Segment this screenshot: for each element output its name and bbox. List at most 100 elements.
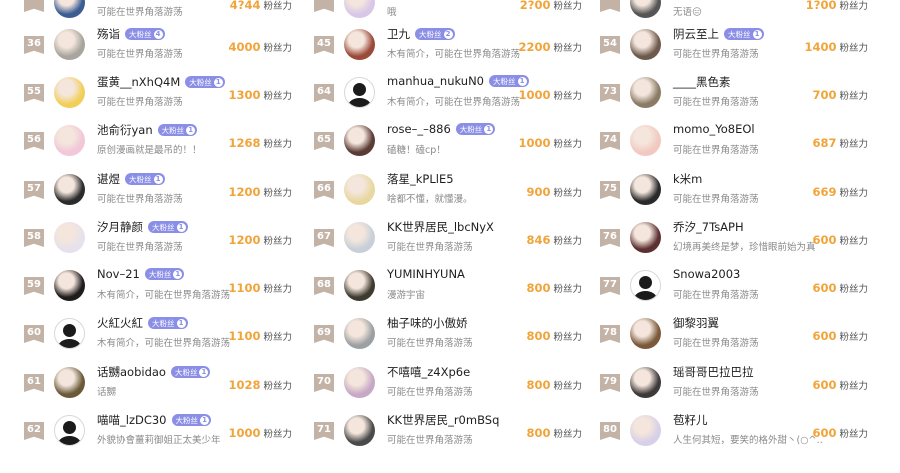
user-name[interactable]: 御黎羽翼 <box>673 315 719 331</box>
list-item[interactable]: 36 殇诣 大粉丝 4 可能在世界角落游荡 4000 粉丝力 <box>0 22 292 70</box>
name-line: 瑶哥哥巴拉巴拉 <box>673 364 754 380</box>
user-name[interactable]: 不嘻嘻_z4Xp6e <box>387 364 470 380</box>
list-item[interactable]: 71 KK世界居民_r0mBSq 可能在世界角落游荡 800 粉丝力 <box>290 408 582 456</box>
fan-power: 687 粉丝力 <box>812 132 868 151</box>
user-name[interactable]: 火紅火紅 <box>97 315 143 331</box>
fan-level-badge: 大粉丝 1 <box>185 76 225 88</box>
avatar[interactable] <box>630 125 661 156</box>
user-name[interactable]: 阴云至上 <box>673 26 719 42</box>
user-name[interactable]: 话嬲aobidao <box>97 364 166 380</box>
user-name[interactable]: 乔汐_7TsAPH <box>673 219 744 235</box>
user-description: 可能在世界角落游荡 <box>97 7 183 18</box>
list-item[interactable]: 45 卫九 大粉丝 2 木有简介，可能在世界角落游荡 2200 粉丝力 <box>290 22 582 70</box>
list-item[interactable]: 67 KK世界居民_lbcNyX 可能在世界角落游荡 846 粉丝力 <box>290 215 582 263</box>
fan-level-badge: 大粉丝 1 <box>455 123 496 135</box>
list-item[interactable]: 58 汐月静颜 大粉丝 1 可能在世界角落游荡 1200 粉丝力 <box>0 215 292 263</box>
user-name[interactable]: 瑶哥哥巴拉巴拉 <box>673 364 754 380</box>
avatar[interactable] <box>344 222 375 253</box>
list-item[interactable]: 62 喵喵_lzDC30 大粉丝 1 外貌协會薑莉御姐正太美少年 1000 粉丝力 <box>0 408 292 456</box>
name-line: 汐月静颜 大粉丝 1 <box>97 219 188 235</box>
list-item[interactable]: 59 Nov–21 大粉丝 1 木有简介，可能在世界角落游荡 1100 粉丝力 <box>0 263 292 311</box>
avatar[interactable] <box>630 318 661 349</box>
avatar[interactable] <box>630 222 661 253</box>
name-line: manhua_nukuN0 大粉丝 1 <box>387 74 529 88</box>
avatar[interactable] <box>54 0 85 18</box>
fan-power-unit: 粉丝力 <box>839 91 868 102</box>
list-item[interactable]: 66 落星_kPLlE5 啥都不懂，就懂漫。 900 粉丝力 <box>290 167 582 215</box>
fan-power-unit: 粉丝力 <box>263 429 292 440</box>
user-name[interactable]: 谌煜 <box>97 171 120 187</box>
user-description: 磕糖！磕cp！ <box>387 145 446 156</box>
list-item[interactable]: 70 不嘻嘻_z4Xp6e 可能在世界角落游荡 800 粉丝力 <box>290 360 582 408</box>
user-description: 可能在世界角落游荡 <box>97 49 183 60</box>
list-item[interactable]: 61 话嬲aobidao 大粉丝 1 话嬲 1028 粉丝力 <box>0 360 292 408</box>
avatar[interactable] <box>630 29 661 60</box>
user-name[interactable]: rose–_–886 <box>387 122 451 136</box>
avatar[interactable] <box>344 270 375 301</box>
list-item[interactable]: 75 k米m 可能在世界角落游荡 669 粉丝力 <box>576 167 868 215</box>
avatar[interactable] <box>54 125 85 156</box>
avatar[interactable] <box>630 415 661 446</box>
list-item[interactable]: 74 momo_Yo8EOl 可能在世界角落游荡 687 粉丝力 <box>576 118 868 166</box>
avatar[interactable] <box>344 367 375 398</box>
user-name[interactable]: 苞籽儿 <box>673 412 708 428</box>
avatar[interactable] <box>344 29 375 60</box>
user-name[interactable]: KK世界居民_r0mBSq <box>387 412 499 428</box>
user-name[interactable]: 柚子味的小傲娇 <box>387 315 468 331</box>
avatar[interactable] <box>344 0 375 18</box>
user-name[interactable]: momo_Yo8EOl <box>673 122 755 136</box>
list-item[interactable]: 80 苞籽儿 人生何其短，要笑的格外甜丶(○^… 600 粉丝力 <box>576 408 868 456</box>
fan-level-number: 1 <box>186 125 196 135</box>
user-name[interactable]: 卫九 <box>387 26 410 42</box>
user-name[interactable]: 汐月静颜 <box>97 219 143 235</box>
user-name[interactable]: manhua_nukuN0 <box>387 74 484 88</box>
avatar[interactable] <box>54 29 85 60</box>
list-item[interactable]: 64 manhua_nukuN0 大粉丝 1 木有简介，可能在世界角落游荡 1000 粉丝力 <box>290 70 582 118</box>
avatar[interactable] <box>630 367 661 398</box>
avatar[interactable] <box>344 174 375 205</box>
avatar[interactable] <box>54 222 85 253</box>
list-item[interactable]: 65 rose–_–886 大粉丝 1 磕糖！磕cp！ 1000 粉丝力 <box>290 118 582 166</box>
list-item[interactable]: 78 御黎羽翼 可能在世界角落游荡 600 粉丝力 <box>576 311 868 359</box>
user-name[interactable]: ____黑色素 <box>673 74 731 90</box>
fan-power: 1100 粉丝力 <box>228 277 292 296</box>
avatar[interactable] <box>630 174 661 205</box>
avatar[interactable] <box>630 0 661 18</box>
avatar[interactable] <box>630 77 661 108</box>
user-name[interactable]: KK世界居民_lbcNyX <box>387 219 494 235</box>
user-name[interactable]: 落星_kPLlE5 <box>387 171 454 187</box>
avatar[interactable] <box>54 270 85 301</box>
user-name[interactable]: Nov–21 <box>97 267 140 281</box>
list-item[interactable]: 77 Snowa2003 可能在世界角落游荡 600 粉丝力 <box>576 263 868 311</box>
avatar[interactable] <box>344 415 375 446</box>
user-name[interactable]: 喵喵_lzDC30 <box>97 412 167 428</box>
avatar[interactable] <box>630 270 661 301</box>
list-item[interactable]: 76 乔汐_7TsAPH 幻境再美终是梦，珍惜眼前始为真 600 粉丝力 <box>576 215 868 263</box>
fan-level-badge: 大粉丝 1 <box>157 124 198 136</box>
avatar[interactable] <box>54 367 85 398</box>
user-name[interactable]: YUMINHYUNA <box>387 267 465 281</box>
avatar[interactable] <box>54 318 85 349</box>
list-item[interactable]: 73 ____黑色素 可能在世界角落游荡 700 粉丝力 <box>576 70 868 118</box>
list-item[interactable]: 55 蛋黄__nXhQ4M 大粉丝 1 可能在世界角落游荡 1300 粉丝力 <box>0 70 292 118</box>
avatar[interactable] <box>54 77 85 108</box>
avatar[interactable] <box>344 318 375 349</box>
list-item[interactable]: 79 瑶哥哥巴拉巴拉 可能在世界角落游荡 600 粉丝力 <box>576 360 868 408</box>
list-item[interactable]: 60 火紅火紅 大粉丝 1 木有简介，可能在世界角落游荡 1100 粉丝力 <box>0 311 292 359</box>
fan-power-value: 1000 <box>518 136 551 150</box>
user-name[interactable]: Snowa2003 <box>673 267 740 281</box>
list-item[interactable]: 69 柚子味的小傲娇 可能在世界角落游荡 800 粉丝力 <box>290 311 582 359</box>
list-item[interactable]: 68 YUMINHYUNA 漫游宇宙 800 粉丝力 <box>290 263 582 311</box>
avatar[interactable] <box>54 415 85 446</box>
user-description: 无语😑 <box>673 7 702 18</box>
avatar[interactable] <box>344 77 375 108</box>
list-item[interactable]: 56 池俞衍yan 大粉丝 1 原创漫画就是最吊的！！ 1268 粉丝力 <box>0 118 292 166</box>
list-item[interactable]: 57 谌煜 大粉丝 1 可能在世界角落游荡 1200 粉丝力 <box>0 167 292 215</box>
user-name[interactable]: k米m <box>673 171 702 187</box>
user-name[interactable]: 蛋黄__nXhQ4M <box>97 74 180 90</box>
list-item[interactable]: 54 阴云至上 大粉丝 1 可能在世界角落游荡 1400 粉丝力 <box>576 22 868 70</box>
user-name[interactable]: 殇诣 <box>97 26 120 42</box>
avatar[interactable] <box>344 125 375 156</box>
user-name[interactable]: 池俞衍yan <box>97 122 153 138</box>
avatar[interactable] <box>54 174 85 205</box>
